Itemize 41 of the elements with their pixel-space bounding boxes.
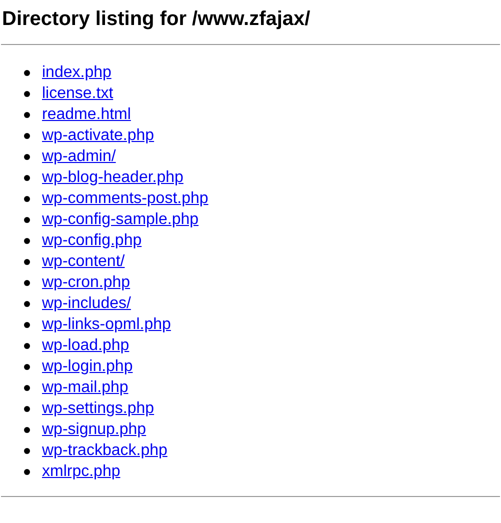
bullet-icon bbox=[24, 70, 30, 76]
bullet-icon bbox=[24, 90, 30, 96]
file-link[interactable]: readme.html bbox=[42, 106, 131, 124]
file-link[interactable]: wp-signup.php bbox=[42, 420, 146, 438]
file-link[interactable]: wp-trackback.php bbox=[42, 442, 168, 460]
bullet-icon bbox=[24, 154, 30, 160]
bullet-icon bbox=[24, 364, 30, 370]
bullet-icon bbox=[24, 258, 30, 264]
file-link[interactable]: wp-load.php bbox=[42, 336, 130, 354]
file-link[interactable]: wp-links-opml.php bbox=[42, 316, 171, 334]
bullet-icon bbox=[24, 426, 30, 432]
file-link[interactable]: license.txt bbox=[42, 84, 114, 102]
file-link[interactable]: wp-login.php bbox=[42, 358, 133, 376]
bullet-icon bbox=[24, 174, 30, 180]
file-link[interactable]: wp-blog-header.php bbox=[42, 168, 184, 186]
file-link[interactable]: xmlrpc.php bbox=[42, 462, 120, 480]
file-link[interactable]: wp-includes/ bbox=[42, 294, 131, 312]
file-link[interactable]: wp-comments-post.php bbox=[42, 190, 208, 208]
bullet-icon bbox=[24, 196, 30, 202]
file-link[interactable]: wp-content/ bbox=[42, 252, 125, 270]
file-link[interactable]: wp-settings.php bbox=[42, 400, 154, 418]
file-link[interactable]: wp-cron.php bbox=[42, 274, 130, 292]
bullet-icon bbox=[24, 322, 30, 328]
file-link[interactable]: wp-admin/ bbox=[42, 148, 116, 166]
bullet-icon bbox=[24, 448, 30, 454]
file-link[interactable]: wp-config.php bbox=[42, 232, 142, 250]
page-title: Directory listing for /www.zfajax/ bbox=[1, 7, 312, 32]
bullet-icon bbox=[24, 280, 30, 286]
bullet-icon bbox=[24, 342, 30, 348]
bullet-icon bbox=[24, 112, 30, 118]
file-link[interactable]: wp-config-sample.php bbox=[42, 210, 199, 228]
bullet-icon bbox=[24, 300, 30, 306]
bullet-icon bbox=[24, 384, 30, 390]
bullet-icon bbox=[24, 132, 30, 138]
bullet-icon bbox=[24, 238, 30, 244]
bullet-icon bbox=[24, 468, 30, 474]
file-link[interactable]: wp-activate.php bbox=[42, 126, 154, 144]
file-link[interactable]: wp-mail.php bbox=[42, 378, 128, 396]
bullet-icon bbox=[24, 216, 30, 222]
file-link[interactable]: index.php bbox=[42, 64, 112, 82]
bullet-icon bbox=[24, 406, 30, 412]
